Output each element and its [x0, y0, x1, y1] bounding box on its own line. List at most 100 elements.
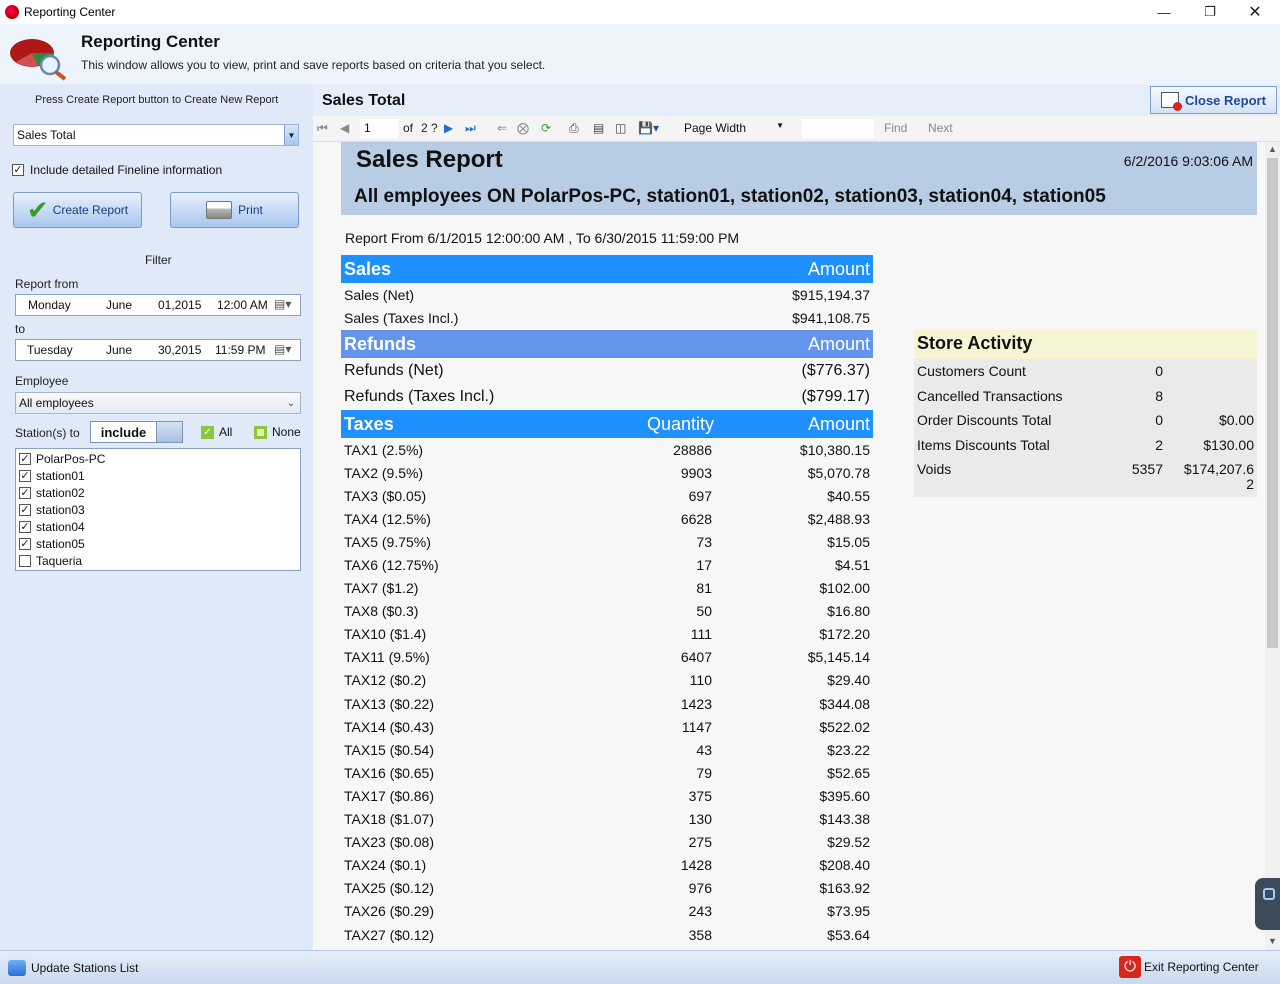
tax-row: TAX11 (9.5%) 6407 $5,145.14	[341, 646, 873, 669]
find-button[interactable]: Find	[884, 121, 907, 135]
to-day[interactable]: 30,2015	[158, 343, 201, 357]
station-checkbox[interactable]: ✓	[19, 520, 31, 533]
last-page-icon[interactable]: ⏭	[465, 121, 476, 136]
tax-label: TAX10 ($1.4)	[344, 626, 427, 643]
stations-mode-toggle[interactable]: include	[90, 421, 183, 443]
scroll-up-icon[interactable]: ▲	[1268, 144, 1277, 154]
from-time[interactable]: 12:00 AM	[217, 298, 268, 312]
filter-label: Filter	[145, 253, 172, 267]
chevron-down-icon[interactable]: ▼	[284, 125, 298, 145]
include-detailed-option[interactable]: ✓ Include detailed Fineline information	[12, 163, 222, 177]
sales-section: Sales Amount Sales (Net) $915,194.37 Sales…	[341, 255, 873, 329]
taxes-header-label: Taxes	[344, 413, 394, 434]
report-subtitle: All employees ON PolarPos-PC, station01,…	[354, 186, 1106, 207]
window-title: Reporting Center	[24, 5, 116, 19]
from-weekday[interactable]: Monday	[28, 298, 71, 312]
find-next-button[interactable]: Next	[928, 121, 953, 135]
find-input[interactable]	[802, 119, 874, 138]
refunds-row: Refunds (Taxes Incl.) ($799.17)	[341, 384, 873, 410]
station-checkbox[interactable]: ✓	[19, 452, 31, 465]
from-day[interactable]: 01,2015	[158, 298, 201, 312]
tax-quantity: 976	[688, 880, 712, 897]
chevron-down-icon[interactable]: ⌄	[282, 398, 300, 409]
station-item[interactable]: Taqueria	[19, 552, 297, 569]
from-month[interactable]: June	[106, 298, 132, 312]
calendar-icon[interactable]: ▤▾	[274, 297, 291, 311]
first-page-icon[interactable]: ⏮	[317, 121, 328, 136]
report-scrollbar[interactable]: ▲ ▼	[1265, 142, 1280, 950]
to-date-picker[interactable]: Tuesday June 30,2015 11:59 PM ▤▾	[15, 339, 301, 361]
side-tab-widget[interactable]	[1255, 878, 1280, 930]
tax-quantity: 6407	[680, 649, 712, 666]
side-widget-icon	[1263, 888, 1275, 900]
calendar-icon[interactable]: ▤▾	[274, 342, 291, 356]
tax-quantity: 275	[688, 834, 712, 851]
station-item[interactable]: ✓ station02	[19, 484, 297, 501]
sales-row: Sales (Taxes Incl.) $941,108.75	[341, 306, 873, 329]
employee-select[interactable]: All employees ⌄	[15, 392, 301, 414]
minimize-button[interactable]: —	[1141, 0, 1187, 24]
store-activity-row: Customers Count 0	[914, 359, 1257, 384]
station-name: station05	[36, 536, 85, 551]
update-stations-button[interactable]: Update Stations List	[8, 960, 138, 976]
tax-quantity: 81	[696, 580, 712, 597]
select-none-stations[interactable]: None	[254, 425, 301, 439]
chevron-down-icon[interactable]: ▼	[776, 121, 784, 130]
tax-row: TAX6 (12.75%) 17 $4.51	[341, 553, 873, 576]
tax-quantity: 50	[696, 603, 712, 620]
report-type-select[interactable]: Sales Total ▼	[13, 124, 299, 146]
tax-amount: $208.40	[819, 857, 870, 874]
next-page-icon[interactable]: ▶	[444, 121, 453, 135]
page-number-input[interactable]: 1	[360, 119, 398, 138]
store-activity-row: Cancelled Transactions 8	[914, 384, 1257, 409]
to-month[interactable]: June	[106, 343, 132, 357]
tax-label: TAX12 ($0.2)	[344, 672, 427, 689]
to-time[interactable]: 11:59 PM	[215, 343, 265, 357]
print-report-icon[interactable]: ⎙	[569, 121, 579, 136]
select-all-stations[interactable]: ✓ All	[201, 425, 232, 439]
toggle-handle[interactable]	[156, 422, 182, 442]
tax-quantity: 111	[690, 626, 712, 643]
station-item[interactable]: ✓ station05	[19, 535, 297, 552]
scroll-thumb[interactable]	[1267, 158, 1278, 648]
create-report-button[interactable]: ✔ Create Report	[13, 192, 142, 228]
stop-icon[interactable]: ⨂	[517, 121, 529, 135]
station-item[interactable]: ✓ PolarPos-PC	[19, 450, 297, 467]
close-window-button[interactable]: ✕	[1232, 0, 1278, 24]
print-button[interactable]: Print	[170, 192, 299, 228]
print-layout-icon[interactable]: ▤	[593, 121, 604, 135]
station-item[interactable]: ✓ station04	[19, 518, 297, 535]
zoom-select[interactable]: Page Width ▼	[680, 119, 792, 139]
store-activity-amount-wrap: 2	[1246, 476, 1254, 492]
station-item[interactable]: ✓ station03	[19, 501, 297, 518]
tax-row: TAX14 ($0.43) 1147 $522.02	[341, 715, 873, 738]
tax-quantity: 28886	[673, 441, 712, 458]
station-checkbox[interactable]: ✓	[19, 537, 31, 550]
scroll-down-icon[interactable]: ▼	[1268, 936, 1277, 946]
station-item[interactable]: ✓ station01	[19, 467, 297, 484]
close-report-button[interactable]: Close Report	[1150, 86, 1277, 114]
page-setup-icon[interactable]: ◫	[615, 121, 626, 135]
report-document: Sales Report 6/2/2016 9:03:06 AM All emp…	[313, 142, 1265, 950]
station-checkbox[interactable]	[19, 554, 31, 567]
employee-value: All employees	[19, 396, 94, 410]
station-name: station01	[36, 468, 85, 483]
export-icon[interactable]: 💾▾	[638, 121, 659, 135]
back-icon[interactable]: ⇐	[497, 121, 507, 135]
tax-row: TAX13 ($0.22) 1423 $344.08	[341, 692, 873, 715]
tax-row: TAX7 ($1.2) 81 $102.00	[341, 577, 873, 600]
station-checkbox[interactable]: ✓	[19, 486, 31, 499]
station-checkbox[interactable]: ✓	[19, 503, 31, 516]
include-detailed-checkbox[interactable]: ✓	[12, 164, 24, 176]
previous-page-icon[interactable]: ◀	[340, 121, 349, 135]
tax-amount: $73.95	[827, 903, 870, 920]
from-date-picker[interactable]: Monday June 01,2015 12:00 AM ▤▾	[15, 294, 301, 316]
tax-quantity: 1423	[680, 695, 712, 712]
tax-amount: $5,145.14	[807, 649, 870, 666]
maximize-button[interactable]: ❐	[1187, 0, 1233, 24]
to-weekday[interactable]: Tuesday	[27, 343, 73, 357]
refresh-icon[interactable]: ⟳	[541, 121, 551, 135]
exit-reporting-button[interactable]: ⏻ Exit Reporting Center	[1119, 956, 1259, 978]
tax-amount: $344.08	[819, 695, 870, 712]
station-checkbox[interactable]: ✓	[19, 469, 31, 482]
